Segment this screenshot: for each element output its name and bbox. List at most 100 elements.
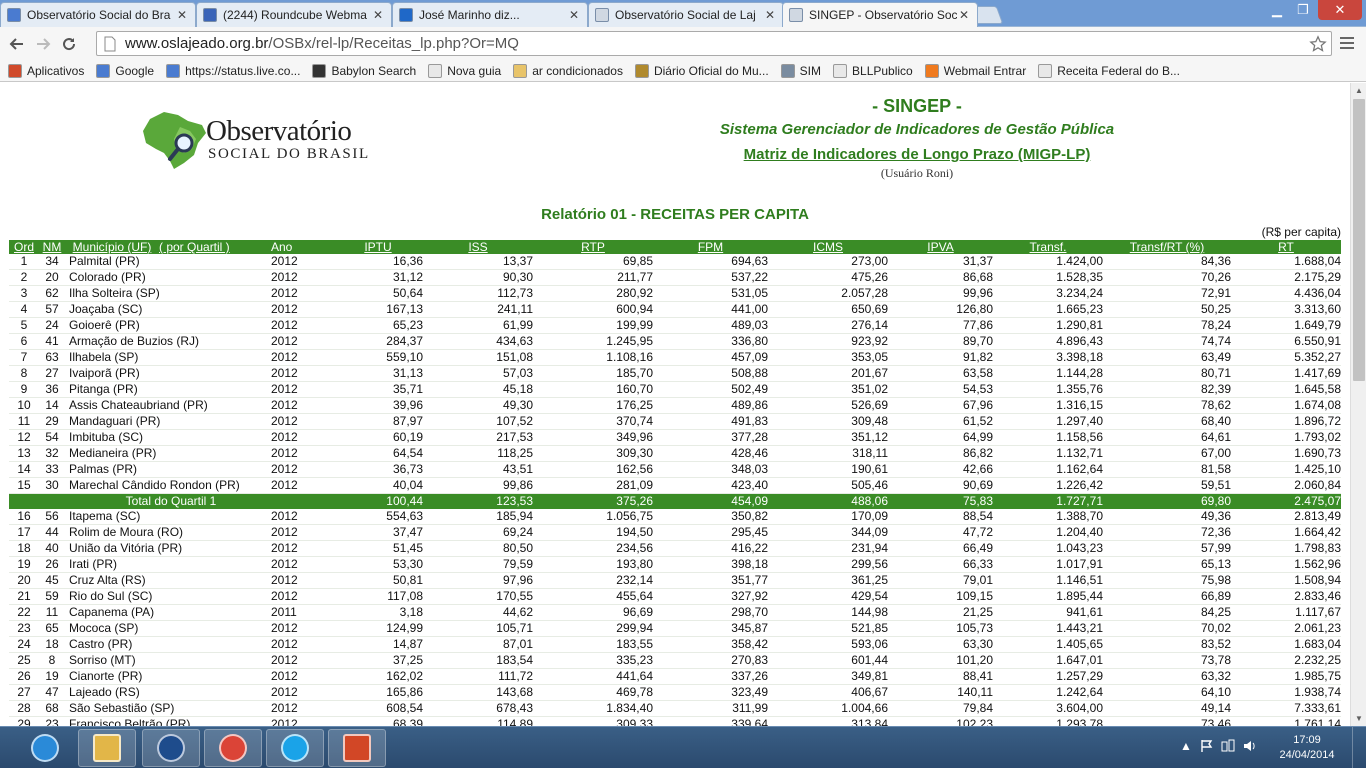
system-clock[interactable]: 17:09 24/04/2014 [1272, 733, 1342, 763]
cell-municipio[interactable]: Lajeado (RS) [65, 684, 271, 701]
bookmark-ar-condicionados[interactable]: ar condicionados [513, 63, 623, 78]
col-rtp[interactable]: RTP [533, 240, 653, 254]
browser-tab-1[interactable]: Observatório Social do Bra ✕ [0, 2, 196, 27]
cell-transf: 1.132,71 [993, 445, 1103, 462]
col-municipio[interactable]: Município (UF) [65, 240, 159, 254]
page-scrollbar[interactable]: ▲ ▼ [1350, 83, 1366, 726]
bookmark-sim[interactable]: SIM [780, 63, 821, 78]
bookmark-google[interactable]: Google [96, 63, 154, 78]
cell-municipio[interactable]: Cruz Alta (RS) [65, 572, 271, 589]
skype-icon [281, 734, 309, 762]
cell-municipio[interactable]: Colorado (PR) [65, 269, 271, 286]
cell-municipio[interactable]: Imbituba (SC) [65, 429, 271, 446]
bookmark-diario-oficial-do-mu[interactable]: Diário Oficial do Mu... [634, 63, 769, 78]
cell-municipio[interactable]: Palmas (PR) [65, 461, 271, 478]
tab-close-icon[interactable]: ✕ [567, 8, 581, 22]
taskbar-internet-explorer[interactable] [16, 729, 74, 767]
cell-municipio[interactable]: Rolim de Moura (RO) [65, 524, 271, 541]
cell-ano: 2012 [271, 254, 333, 270]
bookmark-aplicativos[interactable]: Aplicativos [8, 63, 84, 78]
network-icon[interactable] [1220, 739, 1236, 753]
col-transf-rt[interactable]: Transf/RT (%) [1103, 240, 1231, 254]
col-nm[interactable]: NM [39, 240, 65, 254]
bookmark-webmail-entrar[interactable]: Webmail Entrar [924, 63, 1026, 78]
tab-close-icon[interactable]: ✕ [175, 8, 189, 22]
cell-municipio[interactable]: Goioerê (PR) [65, 317, 271, 334]
tab-close-icon[interactable]: ✕ [957, 8, 971, 22]
forward-button[interactable] [30, 31, 56, 57]
cell-municipio[interactable]: Capanema (PA) [65, 604, 271, 621]
cell-municipio[interactable]: Rio do Sul (SC) [65, 588, 271, 605]
taskbar-skype[interactable] [266, 729, 324, 767]
cell-municipio[interactable]: Castro (PR) [65, 636, 271, 653]
browser-tab-2[interactable]: (2244) Roundcube Webma ✕ [196, 2, 392, 27]
cell-municipio[interactable]: Armação de Buzios (RJ) [65, 333, 271, 350]
tray-expand-icon[interactable]: ▲ [1180, 739, 1192, 753]
taskbar-chrome[interactable] [204, 729, 262, 767]
chrome-menu-icon[interactable] [1338, 34, 1356, 52]
cell-iss: 97,96 [423, 572, 533, 589]
restore-button[interactable]: ❐ [1290, 0, 1316, 20]
bookmark-https-status-live-co[interactable]: https://status.live.co... [166, 63, 300, 78]
tab-close-icon[interactable]: ✕ [763, 8, 777, 22]
cell-municipio[interactable]: Itapema (SC) [65, 509, 271, 525]
action-center-flag-icon[interactable] [1200, 739, 1214, 753]
volume-icon[interactable] [1242, 739, 1258, 753]
taskbar-powerpoint[interactable] [328, 729, 386, 767]
col-iptu[interactable]: IPTU [333, 240, 423, 254]
cell-rtp: 185,70 [533, 365, 653, 382]
show-desktop-button[interactable] [1352, 727, 1366, 769]
cell-municipio[interactable]: Cianorte (PR) [65, 668, 271, 685]
back-button[interactable] [4, 31, 30, 57]
browser-tab-5[interactable]: SINGEP - Observatório Soc ✕ [782, 2, 978, 27]
cell-municipio[interactable]: Ivaiporã (PR) [65, 365, 271, 382]
cell-municipio[interactable]: Pitanga (PR) [65, 381, 271, 398]
col-fpm[interactable]: FPM [653, 240, 768, 254]
cell-municipio[interactable]: Marechal Cândido Rondon (PR) [65, 477, 271, 494]
cell-municipio[interactable]: Ilhabela (SP) [65, 349, 271, 366]
col-iss[interactable]: ISS [423, 240, 533, 254]
bookmark-star-icon[interactable] [1309, 35, 1327, 53]
cell-municipio[interactable]: Irati (PR) [65, 556, 271, 573]
cell-municipio[interactable]: Francisco Beltrão (PR) [65, 716, 271, 726]
browser-tab-3[interactable]: José Marinho diz... ✕ [392, 2, 588, 27]
col-transf[interactable]: Transf. [993, 240, 1103, 254]
matriz-link[interactable]: Matriz de Indicadores de Longo Prazo (MI… [600, 146, 1234, 163]
cell-municipio[interactable]: Mococa (SP) [65, 620, 271, 637]
cell-nm: 40 [39, 540, 65, 557]
address-bar[interactable]: www.oslajeado.org.br/OSBx/rel-lp/Receita… [96, 31, 1332, 56]
taskbar-help[interactable] [142, 729, 200, 767]
bookmark-receita-federal-do-b[interactable]: Receita Federal do B... [1038, 63, 1180, 78]
reload-button[interactable] [56, 31, 82, 57]
cell-fpm: 327,92 [653, 588, 768, 605]
cell-municipio[interactable]: Sorriso (MT) [65, 652, 271, 669]
scroll-thumb[interactable] [1353, 99, 1365, 381]
cell-iss: 79,59 [423, 556, 533, 573]
browser-tab-4[interactable]: Observatório Social de Laj ✕ [588, 2, 784, 27]
tab-close-icon[interactable]: ✕ [371, 8, 385, 22]
scroll-up-icon[interactable]: ▲ [1355, 86, 1363, 95]
col-por-quartil[interactable]: ( por Quartil ) [159, 240, 271, 254]
cell-municipio[interactable]: Ilha Solteira (SP) [65, 285, 271, 302]
minimize-button[interactable]: ▁ [1264, 0, 1290, 20]
bookmark-bllpublico[interactable]: BLLPublico [833, 63, 913, 78]
cell-municipio[interactable]: Medianeira (PR) [65, 445, 271, 462]
col-rt[interactable]: RT [1231, 240, 1341, 254]
bookmark-nova-guia[interactable]: Nova guia [428, 63, 501, 78]
col-ipva[interactable]: IPVA [888, 240, 993, 254]
cell-municipio[interactable]: Joaçaba (SC) [65, 301, 271, 318]
close-window-button[interactable]: ✕ [1318, 0, 1362, 20]
cell-municipio[interactable]: São Sebastião (SP) [65, 700, 271, 717]
cell-municipio[interactable]: Mandaguari (PR) [65, 413, 271, 430]
col-icms[interactable]: ICMS [768, 240, 888, 254]
taskbar-file-explorer[interactable] [78, 729, 136, 767]
cell-municipio[interactable]: União da Vitória (PR) [65, 540, 271, 557]
cell-icms: 313,84 [768, 716, 888, 726]
cell-municipio[interactable]: Assis Chateaubriand (PR) [65, 397, 271, 414]
bookmark-babylon-search[interactable]: Babylon Search [312, 63, 416, 78]
cell-ano: 2012 [271, 556, 333, 573]
scroll-down-icon[interactable]: ▼ [1355, 714, 1363, 723]
cell-municipio[interactable]: Palmital (PR) [65, 254, 271, 270]
cell-fpm: 336,80 [653, 333, 768, 350]
col-ord[interactable]: Ord [9, 240, 39, 254]
